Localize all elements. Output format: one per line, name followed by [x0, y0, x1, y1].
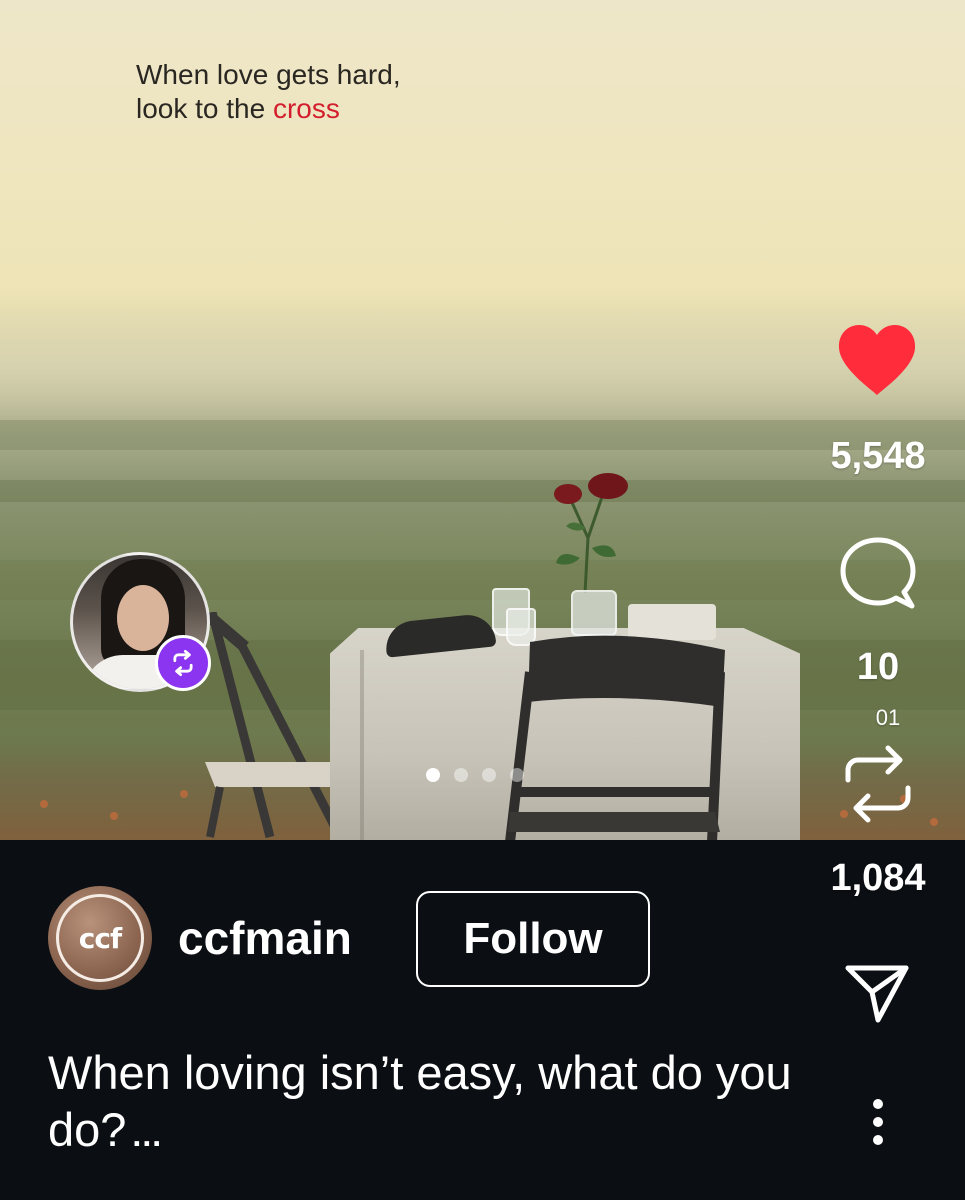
flower-vase [571, 590, 617, 636]
account-avatar[interactable]: ccf [48, 886, 152, 990]
post-caption[interactable]: When loving isn’t easy, what do you do?.… [48, 1044, 808, 1164]
right-chair-illustration [505, 635, 725, 840]
follow-button[interactable]: Follow [416, 891, 650, 987]
caption-more-indicator[interactable]: ... [132, 1117, 162, 1153]
repost-arrows-icon[interactable] [840, 742, 916, 826]
carousel-dot-active[interactable] [426, 768, 440, 782]
quote-line-1: When love gets hard, [136, 59, 401, 90]
avatar-face [117, 585, 169, 651]
wildflower [110, 812, 118, 820]
carousel-dot[interactable] [482, 768, 496, 782]
comment-count[interactable]: 10 [818, 644, 938, 690]
repost-count[interactable]: 1,084 [808, 854, 948, 902]
wildflower [40, 800, 48, 808]
horizon-haze [0, 300, 965, 420]
repost-badge [155, 635, 211, 691]
carousel-dot[interactable] [454, 768, 468, 782]
wildflower [180, 790, 188, 798]
reel-screen: When love gets hard, look to the cross c… [0, 0, 965, 1200]
heart-filled-icon[interactable] [836, 323, 918, 397]
repost-badge-icon [173, 649, 193, 677]
wildflower [930, 818, 938, 826]
field-band [0, 480, 965, 502]
vertical-ellipsis-icon[interactable] [866, 1096, 890, 1148]
quote-highlight: cross [272, 93, 340, 124]
carousel-indicator [426, 768, 524, 782]
account-logo-text: ccf [56, 894, 144, 982]
quote-line-2: look to the cross [136, 92, 401, 126]
post-image[interactable]: When love gets hard, look to the cross [0, 0, 965, 840]
account-username[interactable]: ccfmain [178, 910, 352, 966]
speech-bubble-icon[interactable] [838, 536, 918, 610]
quote-line-2-prefix: look to the [136, 93, 273, 124]
like-count[interactable]: 5,548 [808, 432, 948, 480]
roses-illustration [554, 473, 628, 594]
table-fold [360, 650, 364, 840]
paper-plane-icon[interactable] [842, 958, 912, 1028]
post-quote: When love gets hard, look to the cross [136, 58, 401, 126]
repost-label: 01 [875, 705, 901, 730]
carousel-dot[interactable] [510, 768, 524, 782]
